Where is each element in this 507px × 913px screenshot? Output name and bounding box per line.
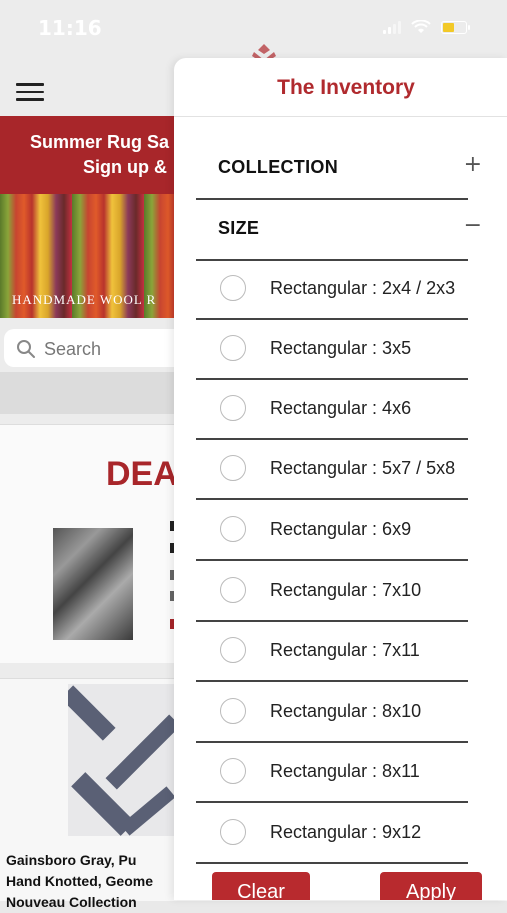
size-option[interactable]: Rectangular : 8x11 [196, 742, 468, 803]
size-option-label: Rectangular : 9x12 [270, 822, 422, 842]
size-option[interactable]: Rectangular : 6x9 [196, 500, 468, 561]
size-option[interactable]: Rectangular : 8x10 [196, 682, 468, 743]
search-placeholder: Search [44, 339, 102, 359]
radio-button[interactable] [220, 455, 246, 481]
size-label: SIZE [218, 218, 260, 238]
size-option[interactable]: Rectangular : 2x4 / 2x3 [196, 259, 468, 320]
rug-thumbnail[interactable] [53, 528, 133, 640]
size-option-label: Rectangular : 7x10 [270, 580, 422, 600]
cellular-signal-icon [383, 20, 401, 34]
size-section-header[interactable]: SIZE − [196, 199, 482, 261]
radio-button[interactable] [220, 577, 246, 603]
size-option[interactable]: Rectangular : 7x10 [196, 561, 468, 622]
radio-button[interactable] [220, 758, 246, 784]
size-option[interactable]: Rectangular : 3x5 [196, 319, 468, 380]
drawer-header-divider [174, 116, 507, 117]
size-option-label: Rectangular : 3x5 [270, 338, 412, 358]
radio-button[interactable] [220, 335, 246, 361]
size-option-label: Rectangular : 7x11 [270, 640, 420, 660]
collection-label: COLLECTION [218, 157, 338, 177]
radio-button[interactable] [220, 275, 246, 301]
radio-button[interactable] [220, 516, 246, 542]
inventory-filter-drawer: The Inventory COLLECTION + SIZE − Rectan… [174, 58, 507, 900]
size-option-label: Rectangular : 5x7 / 5x8 [270, 458, 456, 478]
search-icon [17, 340, 35, 358]
size-option-label: Rectangular : 8x10 [270, 701, 422, 721]
drawer-title: The Inventory [277, 76, 415, 99]
rug-thumbnail[interactable] [68, 684, 178, 836]
size-option[interactable]: Rectangular : 4x6 [196, 379, 468, 440]
size-option-label: Rectangular : 6x9 [270, 519, 412, 539]
expand-plus-icon[interactable]: + [464, 152, 482, 177]
size-option-label: Rectangular : 2x4 / 2x3 [270, 278, 456, 298]
status-time: 11:16 [38, 16, 102, 40]
size-option-label: Rectangular : 8x11 [270, 761, 420, 781]
collapse-minus-icon[interactable]: − [464, 213, 482, 238]
size-option[interactable]: Rectangular : 9x12 [196, 803, 468, 864]
size-option[interactable]: Rectangular : 5x7 / 5x8 [196, 439, 468, 500]
promo-line-1: Summer Rug Sa [30, 132, 170, 152]
banner-caption: HANDMADE WOOL R [12, 292, 157, 307]
deals-title: DEA [106, 455, 178, 493]
product-title: Gainsboro Gray, Pu Hand Knotted, Geome N… [6, 852, 154, 910]
size-option-label: Rectangular : 4x6 [270, 398, 412, 418]
clear-button[interactable]: Clear [212, 872, 310, 900]
size-option[interactable]: Rectangular : 7x11 [196, 621, 468, 682]
radio-button[interactable] [220, 698, 246, 724]
battery-icon [441, 20, 470, 34]
menu-icon[interactable] [16, 83, 44, 101]
wifi-icon [411, 20, 431, 33]
status-bar: 11:16 [0, 0, 507, 56]
apply-button[interactable]: Apply [380, 872, 482, 900]
promo-line-2: Sign up & [83, 157, 167, 177]
collection-section-header[interactable]: COLLECTION + [196, 138, 482, 200]
radio-button[interactable] [220, 637, 246, 663]
radio-button[interactable] [220, 819, 246, 845]
radio-button[interactable] [220, 395, 246, 421]
